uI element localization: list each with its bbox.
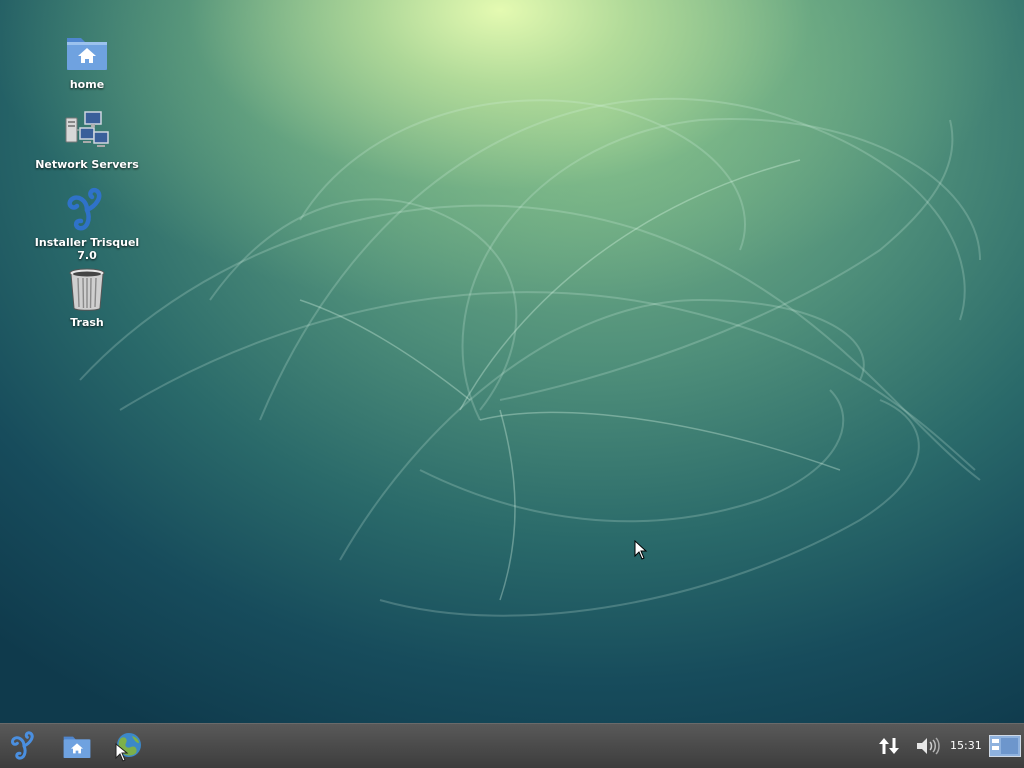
taskbar: 15:31 bbox=[0, 723, 1024, 768]
trash-can-icon bbox=[63, 266, 111, 314]
desktop-icon-label: Installer Trisquel 7.0 bbox=[34, 236, 140, 262]
desktop-icon-network-servers[interactable]: Network Servers bbox=[27, 108, 147, 171]
web-browser-launcher[interactable] bbox=[112, 730, 144, 762]
trisquel-triskelion-icon bbox=[63, 186, 111, 234]
speaker-volume-icon bbox=[917, 737, 940, 755]
desktop-icon-installer[interactable]: Installer Trisquel 7.0 bbox=[27, 186, 147, 262]
network-indicator[interactable] bbox=[877, 732, 901, 760]
desktop-icon-label: Network Servers bbox=[35, 158, 139, 171]
wallpaper-swirls bbox=[79, 97, 981, 617]
desktop-icon-label: Trash bbox=[70, 316, 104, 329]
application-menu-button[interactable] bbox=[8, 730, 40, 762]
desktop-icon-trash[interactable]: Trash bbox=[27, 266, 147, 329]
home-folder-icon bbox=[63, 28, 111, 76]
desktop-icon-home[interactable]: home bbox=[27, 28, 147, 91]
network-up-down-arrows-icon bbox=[879, 738, 899, 754]
trisquel-triskelion-icon bbox=[10, 731, 34, 760]
volume-control[interactable] bbox=[914, 732, 940, 760]
clock[interactable]: 15:31 bbox=[950, 739, 982, 752]
file-manager-launcher[interactable] bbox=[61, 730, 93, 762]
desktop-background[interactable]: home Network Servers Installer Trisquel … bbox=[0, 0, 1024, 723]
globe-browser-icon bbox=[115, 733, 141, 762]
network-computers-icon bbox=[63, 108, 111, 156]
desktop-switcher[interactable] bbox=[989, 735, 1021, 757]
desktop-pager-icon bbox=[989, 735, 1021, 757]
mouse-pointer-icon bbox=[634, 540, 648, 560]
home-folder-icon bbox=[63, 736, 91, 758]
desktop-icon-label: home bbox=[69, 78, 105, 91]
